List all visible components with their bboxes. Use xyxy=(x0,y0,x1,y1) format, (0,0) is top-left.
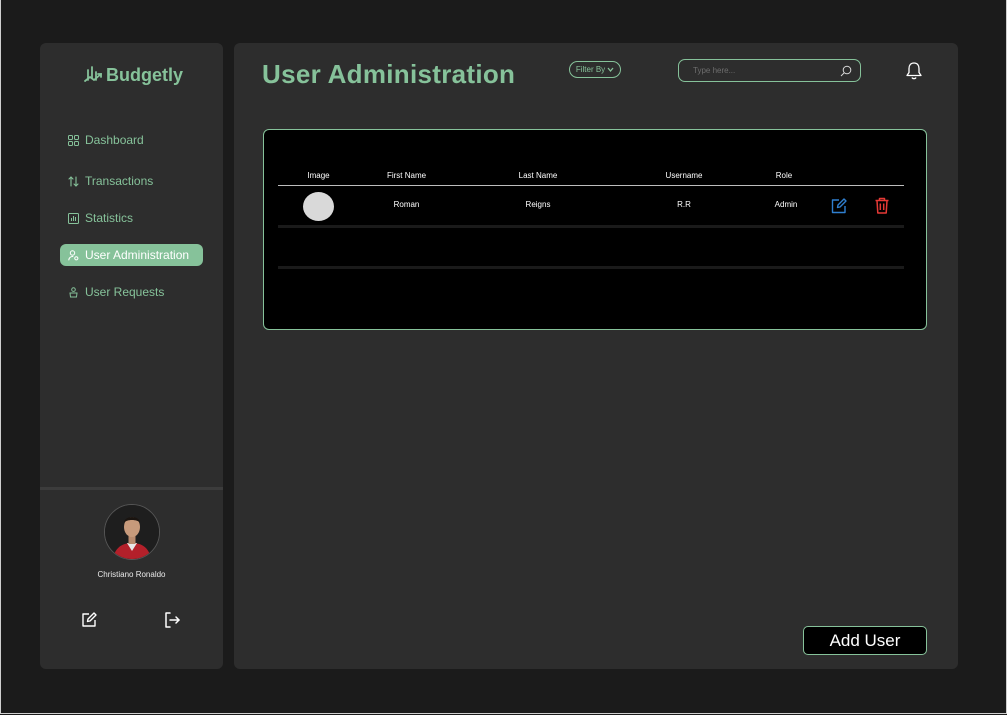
cell-last-name: Reigns xyxy=(525,200,551,209)
main-panel: User Administration Filter By Image Firs… xyxy=(234,43,958,669)
sidebar-item-label: User Requests xyxy=(85,285,165,299)
sidebar-item-label: Transactions xyxy=(85,174,154,188)
add-user-button[interactable]: Add User xyxy=(803,626,927,655)
brand-name: Budgetly xyxy=(106,64,184,85)
column-header-first-name: First Name xyxy=(386,171,427,180)
edit-icon xyxy=(831,198,847,214)
column-header-image: Image xyxy=(307,171,330,180)
sidebar-item-transactions[interactable]: Transactions xyxy=(60,170,203,192)
sidebar-item-statistics[interactable]: Statistics xyxy=(60,207,203,229)
column-header-last-name: Last Name xyxy=(518,171,558,180)
cell-username: R.R xyxy=(677,200,691,209)
profile-name: Christiano Ronaldo xyxy=(97,570,166,579)
brand-logo[interactable]: Budgetly xyxy=(84,63,183,87)
profile-photo xyxy=(105,505,159,559)
users-table: Image First Name Last Name Username Role… xyxy=(263,129,927,330)
user-gear-icon xyxy=(68,249,79,261)
logout-button[interactable] xyxy=(161,609,183,631)
edit-user-button[interactable] xyxy=(830,197,848,215)
bell-icon xyxy=(906,62,922,80)
delete-user-button[interactable] xyxy=(873,197,891,215)
sidebar-item-label: Statistics xyxy=(85,211,134,225)
search-icon[interactable] xyxy=(840,65,852,77)
cell-role: Admin xyxy=(774,200,798,209)
edit-profile-button[interactable] xyxy=(78,609,100,631)
logout-icon xyxy=(165,612,180,628)
sidebar-divider xyxy=(40,487,223,490)
budgetly-logo-icon xyxy=(84,66,102,82)
user-image-placeholder xyxy=(303,192,334,221)
sidebar-item-user-requests[interactable]: User Requests xyxy=(60,281,203,303)
sidebar-item-user-administration[interactable]: User Administration xyxy=(60,244,203,266)
trash-icon xyxy=(875,197,889,214)
row-divider xyxy=(278,225,904,228)
search-input[interactable] xyxy=(691,65,840,76)
filter-label: Filter By xyxy=(575,65,606,74)
table-header: Image First Name Last Name Username Role xyxy=(278,171,904,186)
table-row[interactable]: Roman Reigns R.R Admin xyxy=(278,186,904,226)
column-header-username: Username xyxy=(665,171,703,180)
arrows-updown-icon xyxy=(68,175,79,187)
bar-chart-icon xyxy=(68,212,79,224)
sidebar: Budgetly Dashboard Transactions Statisti… xyxy=(40,43,223,669)
sidebar-item-dashboard[interactable]: Dashboard xyxy=(60,129,203,151)
chevron-down-icon xyxy=(607,67,614,72)
avatar[interactable] xyxy=(104,504,160,560)
user-request-icon xyxy=(68,286,79,298)
grid-icon xyxy=(68,134,79,146)
notifications-button[interactable] xyxy=(904,60,924,82)
search-box[interactable] xyxy=(678,59,861,82)
cell-first-name: Roman xyxy=(393,200,420,209)
page-title: User Administration xyxy=(262,59,516,89)
edit-icon xyxy=(82,612,97,627)
sidebar-item-label: Dashboard xyxy=(85,133,144,147)
row-divider xyxy=(278,266,904,269)
filter-dropdown[interactable]: Filter By xyxy=(569,61,621,78)
column-header-role: Role xyxy=(775,171,793,180)
sidebar-item-label: User Administration xyxy=(85,248,190,262)
